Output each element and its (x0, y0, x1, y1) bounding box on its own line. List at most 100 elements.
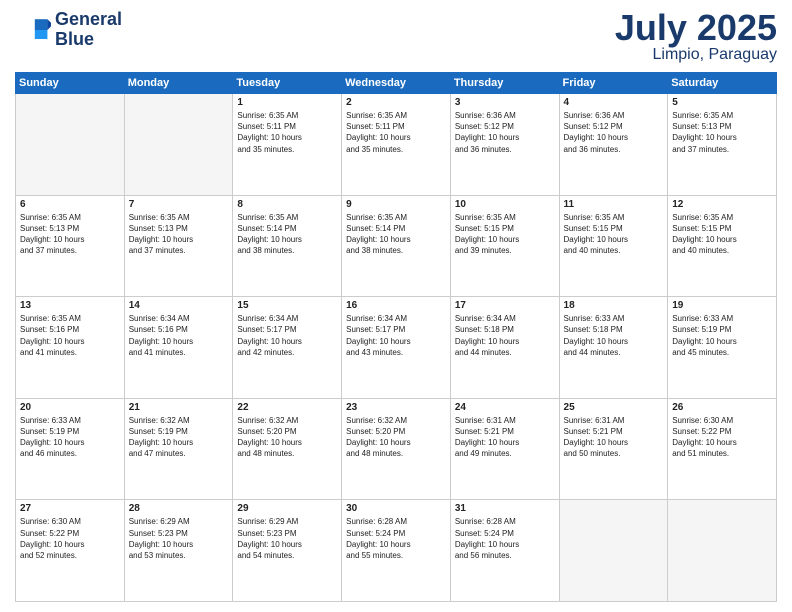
week-row-0: 1Sunrise: 6:35 AM Sunset: 5:11 PM Daylig… (16, 94, 777, 196)
day-number: 31 (455, 503, 555, 514)
day-info: Sunrise: 6:32 AM Sunset: 5:20 PM Dayligh… (346, 415, 446, 460)
table-row: 9 Sunrise: 6:35 AM Sunset: 5:14 PM Daylig… (342, 195, 451, 297)
day-number: 19 (672, 300, 772, 311)
logo-text: General Blue (55, 10, 122, 50)
table-row: 16 Sunrise: 6:34 AM Sunset: 5:17 PM Dayli… (342, 297, 451, 399)
day-number: 2 (346, 97, 446, 108)
day-info: Sunrise: 6:35 AM Sunset: 5:13 PM Dayligh… (20, 212, 120, 257)
logo-line2: Blue (55, 30, 122, 50)
table-row: 4Sunrise: 6:36 AM Sunset: 5:12 PM Daylig… (559, 94, 668, 196)
title-block: July 2025 Limpio, Paraguay (615, 10, 777, 64)
day-number: 16 (346, 300, 446, 311)
week-row-2: 13 Sunrise: 6:35 AM Sunset: 5:16 PM Dayli… (16, 297, 777, 399)
day-info: Sunrise: 6:33 AM Sunset: 5:19 PM Dayligh… (20, 415, 120, 460)
table-row: 28 Sunrise: 6:29 AM Sunset: 5:23 PM Dayli… (124, 500, 233, 602)
header-friday: Friday (559, 73, 668, 94)
day-number: 29 (237, 503, 337, 514)
day-info: Sunrise: 6:36 AM Sunset: 5:12 PM Dayligh… (455, 110, 555, 155)
logo-icon (15, 12, 51, 48)
logo: General Blue (15, 10, 122, 50)
day-info: Sunrise: 6:35 AM Sunset: 5:15 PM Dayligh… (564, 212, 664, 257)
table-row: 15Sunrise: 6:34 AM Sunset: 5:17 PM Dayli… (233, 297, 342, 399)
table-row: 1Sunrise: 6:35 AM Sunset: 5:11 PM Daylig… (233, 94, 342, 196)
day-number: 25 (564, 402, 664, 413)
day-number: 10 (455, 199, 555, 210)
week-row-3: 20 Sunrise: 6:33 AM Sunset: 5:19 PM Dayli… (16, 398, 777, 500)
day-number: 3 (455, 97, 555, 108)
day-number: 11 (564, 199, 664, 210)
day-info: Sunrise: 6:29 AM Sunset: 5:23 PM Dayligh… (237, 516, 337, 561)
table-row: 7 Sunrise: 6:35 AM Sunset: 5:13 PM Daylig… (124, 195, 233, 297)
day-info: Sunrise: 6:34 AM Sunset: 5:16 PM Dayligh… (129, 313, 229, 358)
week-row-4: 27 Sunrise: 6:30 AM Sunset: 5:22 PM Dayli… (16, 500, 777, 602)
day-number: 27 (20, 503, 120, 514)
table-row: 17 Sunrise: 6:34 AM Sunset: 5:18 PM Dayli… (450, 297, 559, 399)
day-info: Sunrise: 6:29 AM Sunset: 5:23 PM Dayligh… (129, 516, 229, 561)
day-info: Sunrise: 6:35 AM Sunset: 5:13 PM Dayligh… (129, 212, 229, 257)
day-number: 7 (129, 199, 229, 210)
day-number: 21 (129, 402, 229, 413)
table-row: 12 Sunrise: 6:35 AM Sunset: 5:15 PM Dayli… (668, 195, 777, 297)
table-row: 14 Sunrise: 6:34 AM Sunset: 5:16 PM Dayli… (124, 297, 233, 399)
day-info: Sunrise: 6:35 AM Sunset: 5:11 PM Dayligh… (237, 110, 337, 155)
day-info: Sunrise: 6:33 AM Sunset: 5:19 PM Dayligh… (672, 313, 772, 358)
table-row: 10Sunrise: 6:35 AM Sunset: 5:15 PM Dayli… (450, 195, 559, 297)
table-row: 13 Sunrise: 6:35 AM Sunset: 5:16 PM Dayli… (16, 297, 125, 399)
table-row: 29 Sunrise: 6:29 AM Sunset: 5:23 PM Dayli… (233, 500, 342, 602)
day-number: 14 (129, 300, 229, 311)
header-saturday: Saturday (668, 73, 777, 94)
day-info: Sunrise: 6:28 AM Sunset: 5:24 PM Dayligh… (346, 516, 446, 561)
day-number: 26 (672, 402, 772, 413)
day-number: 17 (455, 300, 555, 311)
day-info: Sunrise: 6:31 AM Sunset: 5:21 PM Dayligh… (564, 415, 664, 460)
calendar-title: July 2025 (615, 10, 777, 46)
table-row: 27 Sunrise: 6:30 AM Sunset: 5:22 PM Dayli… (16, 500, 125, 602)
calendar-header-row: Sunday Monday Tuesday Wednesday Thursday… (16, 73, 777, 94)
day-info: Sunrise: 6:35 AM Sunset: 5:13 PM Dayligh… (672, 110, 772, 155)
day-number: 8 (237, 199, 337, 210)
day-info: Sunrise: 6:35 AM Sunset: 5:15 PM Dayligh… (672, 212, 772, 257)
day-info: Sunrise: 6:35 AM Sunset: 5:14 PM Dayligh… (346, 212, 446, 257)
table-row: 18 Sunrise: 6:33 AM Sunset: 5:18 PM Dayli… (559, 297, 668, 399)
table-row (559, 500, 668, 602)
logo-line1: General (55, 10, 122, 30)
day-number: 22 (237, 402, 337, 413)
table-row: 2 Sunrise: 6:35 AM Sunset: 5:11 PM Daylig… (342, 94, 451, 196)
day-info: Sunrise: 6:34 AM Sunset: 5:17 PM Dayligh… (237, 313, 337, 358)
page: General Blue July 2025 Limpio, Paraguay … (0, 0, 792, 612)
table-row: 11 Sunrise: 6:35 AM Sunset: 5:15 PM Dayli… (559, 195, 668, 297)
day-number: 28 (129, 503, 229, 514)
day-number: 20 (20, 402, 120, 413)
day-info: Sunrise: 6:30 AM Sunset: 5:22 PM Dayligh… (672, 415, 772, 460)
week-row-1: 6 Sunrise: 6:35 AM Sunset: 5:13 PM Daylig… (16, 195, 777, 297)
day-info: Sunrise: 6:34 AM Sunset: 5:17 PM Dayligh… (346, 313, 446, 358)
calendar-table: Sunday Monday Tuesday Wednesday Thursday… (15, 72, 777, 602)
day-number: 18 (564, 300, 664, 311)
table-row: 31 Sunrise: 6:28 AM Sunset: 5:24 PM Dayli… (450, 500, 559, 602)
table-row: 22Sunrise: 6:32 AM Sunset: 5:20 PM Dayli… (233, 398, 342, 500)
table-row: 24Sunrise: 6:31 AM Sunset: 5:21 PM Dayli… (450, 398, 559, 500)
header: General Blue July 2025 Limpio, Paraguay (15, 10, 777, 64)
day-info: Sunrise: 6:33 AM Sunset: 5:18 PM Dayligh… (564, 313, 664, 358)
day-number: 12 (672, 199, 772, 210)
table-row (668, 500, 777, 602)
header-sunday: Sunday (16, 73, 125, 94)
day-number: 13 (20, 300, 120, 311)
day-info: Sunrise: 6:30 AM Sunset: 5:22 PM Dayligh… (20, 516, 120, 561)
day-number: 9 (346, 199, 446, 210)
day-info: Sunrise: 6:34 AM Sunset: 5:18 PM Dayligh… (455, 313, 555, 358)
day-number: 6 (20, 199, 120, 210)
day-number: 5 (672, 97, 772, 108)
header-monday: Monday (124, 73, 233, 94)
day-info: Sunrise: 6:28 AM Sunset: 5:24 PM Dayligh… (455, 516, 555, 561)
table-row (124, 94, 233, 196)
table-row: 21Sunrise: 6:32 AM Sunset: 5:19 PM Dayli… (124, 398, 233, 500)
table-row: 26 Sunrise: 6:30 AM Sunset: 5:22 PM Dayli… (668, 398, 777, 500)
day-number: 30 (346, 503, 446, 514)
day-info: Sunrise: 6:35 AM Sunset: 5:16 PM Dayligh… (20, 313, 120, 358)
day-number: 4 (564, 97, 664, 108)
table-row: 5 Sunrise: 6:35 AM Sunset: 5:13 PM Daylig… (668, 94, 777, 196)
day-info: Sunrise: 6:35 AM Sunset: 5:11 PM Dayligh… (346, 110, 446, 155)
table-row (16, 94, 125, 196)
header-wednesday: Wednesday (342, 73, 451, 94)
